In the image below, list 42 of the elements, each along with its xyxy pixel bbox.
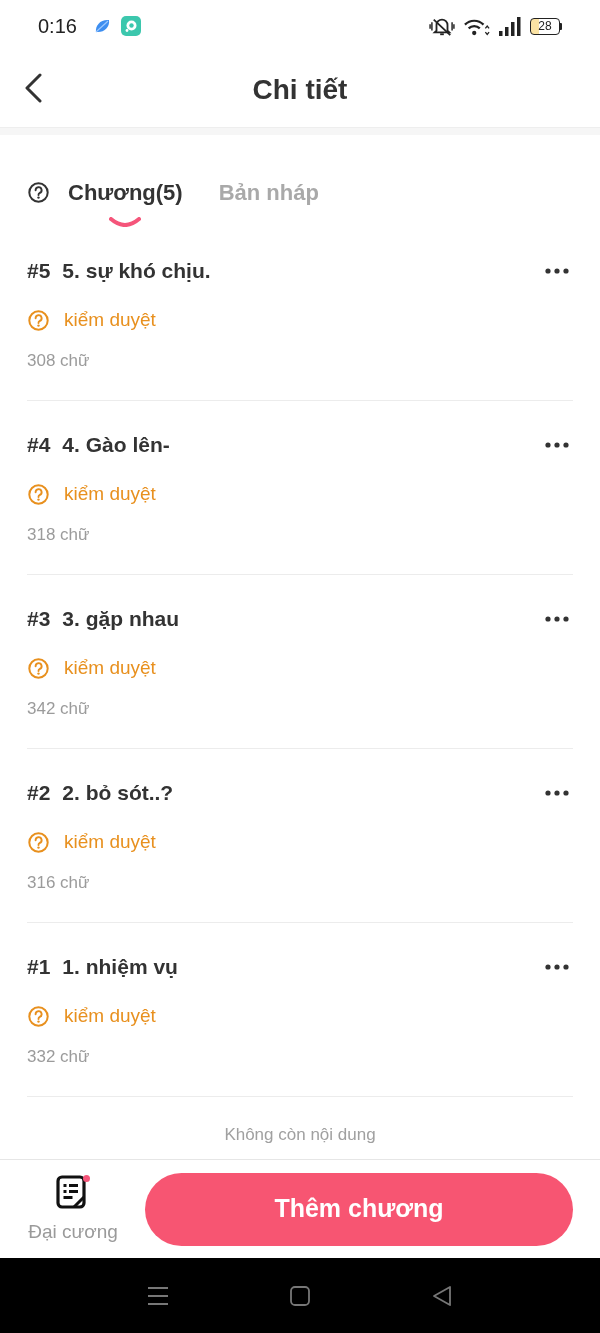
app-chat-icon: [120, 16, 141, 36]
outline-note-icon: [55, 1174, 91, 1210]
battery-level: 28: [530, 17, 560, 35]
chapter-title[interactable]: 3. gặp nhau: [62, 604, 180, 634]
word-count: 332 chữ: [27, 1046, 90, 1068]
end-of-list-note: Không còn nội dung: [224, 1124, 376, 1146]
review-status: kiểm duyệt: [64, 830, 156, 854]
signal-icon: [499, 16, 521, 36]
review-status: kiểm duyệt: [64, 656, 156, 680]
chapter-number: #2: [27, 780, 51, 806]
chapter-title[interactable]: 1. nhiệm vụ: [62, 952, 178, 982]
question-icon: [28, 483, 49, 505]
status-time: 0:16: [38, 14, 77, 38]
word-count: 308 chữ: [27, 350, 90, 372]
question-icon: [28, 831, 49, 853]
page-title: Chi tiết: [251, 72, 349, 107]
question-icon: [28, 309, 49, 331]
home-icon[interactable]: [288, 1283, 312, 1308]
more-icon[interactable]: [545, 790, 569, 796]
more-icon[interactable]: [545, 442, 569, 448]
back-triangle-icon[interactable]: [430, 1283, 454, 1308]
tab-indicator: [109, 217, 142, 227]
chapter-title[interactable]: 2. bỏ sót..?: [62, 778, 174, 808]
word-count: 342 chữ: [27, 698, 90, 720]
question-icon: [28, 1005, 49, 1027]
chapter-number: #4: [27, 432, 51, 458]
chapter-number: #1: [27, 954, 51, 980]
more-icon[interactable]: [545, 964, 569, 970]
more-icon[interactable]: [545, 616, 569, 622]
chapter-number: #5: [27, 258, 51, 284]
chapter-tab[interactable]: Chương(5): [68, 173, 183, 227]
more-icon[interactable]: [545, 268, 569, 274]
review-status: kiểm duyệt: [64, 482, 156, 506]
question-icon: [28, 657, 49, 679]
word-count: 318 chữ: [27, 524, 90, 546]
word-count: 316 chữ: [27, 872, 90, 894]
review-status: kiểm duyệt: [64, 1004, 156, 1028]
help-icon[interactable]: [28, 182, 49, 203]
review-status: kiểm duyệt: [64, 308, 156, 332]
chapter-title[interactable]: 4. Gào lên-: [62, 430, 170, 460]
chapter-title[interactable]: 5. sự khó chịu.: [62, 256, 211, 286]
chapter-number: #3: [27, 606, 51, 632]
